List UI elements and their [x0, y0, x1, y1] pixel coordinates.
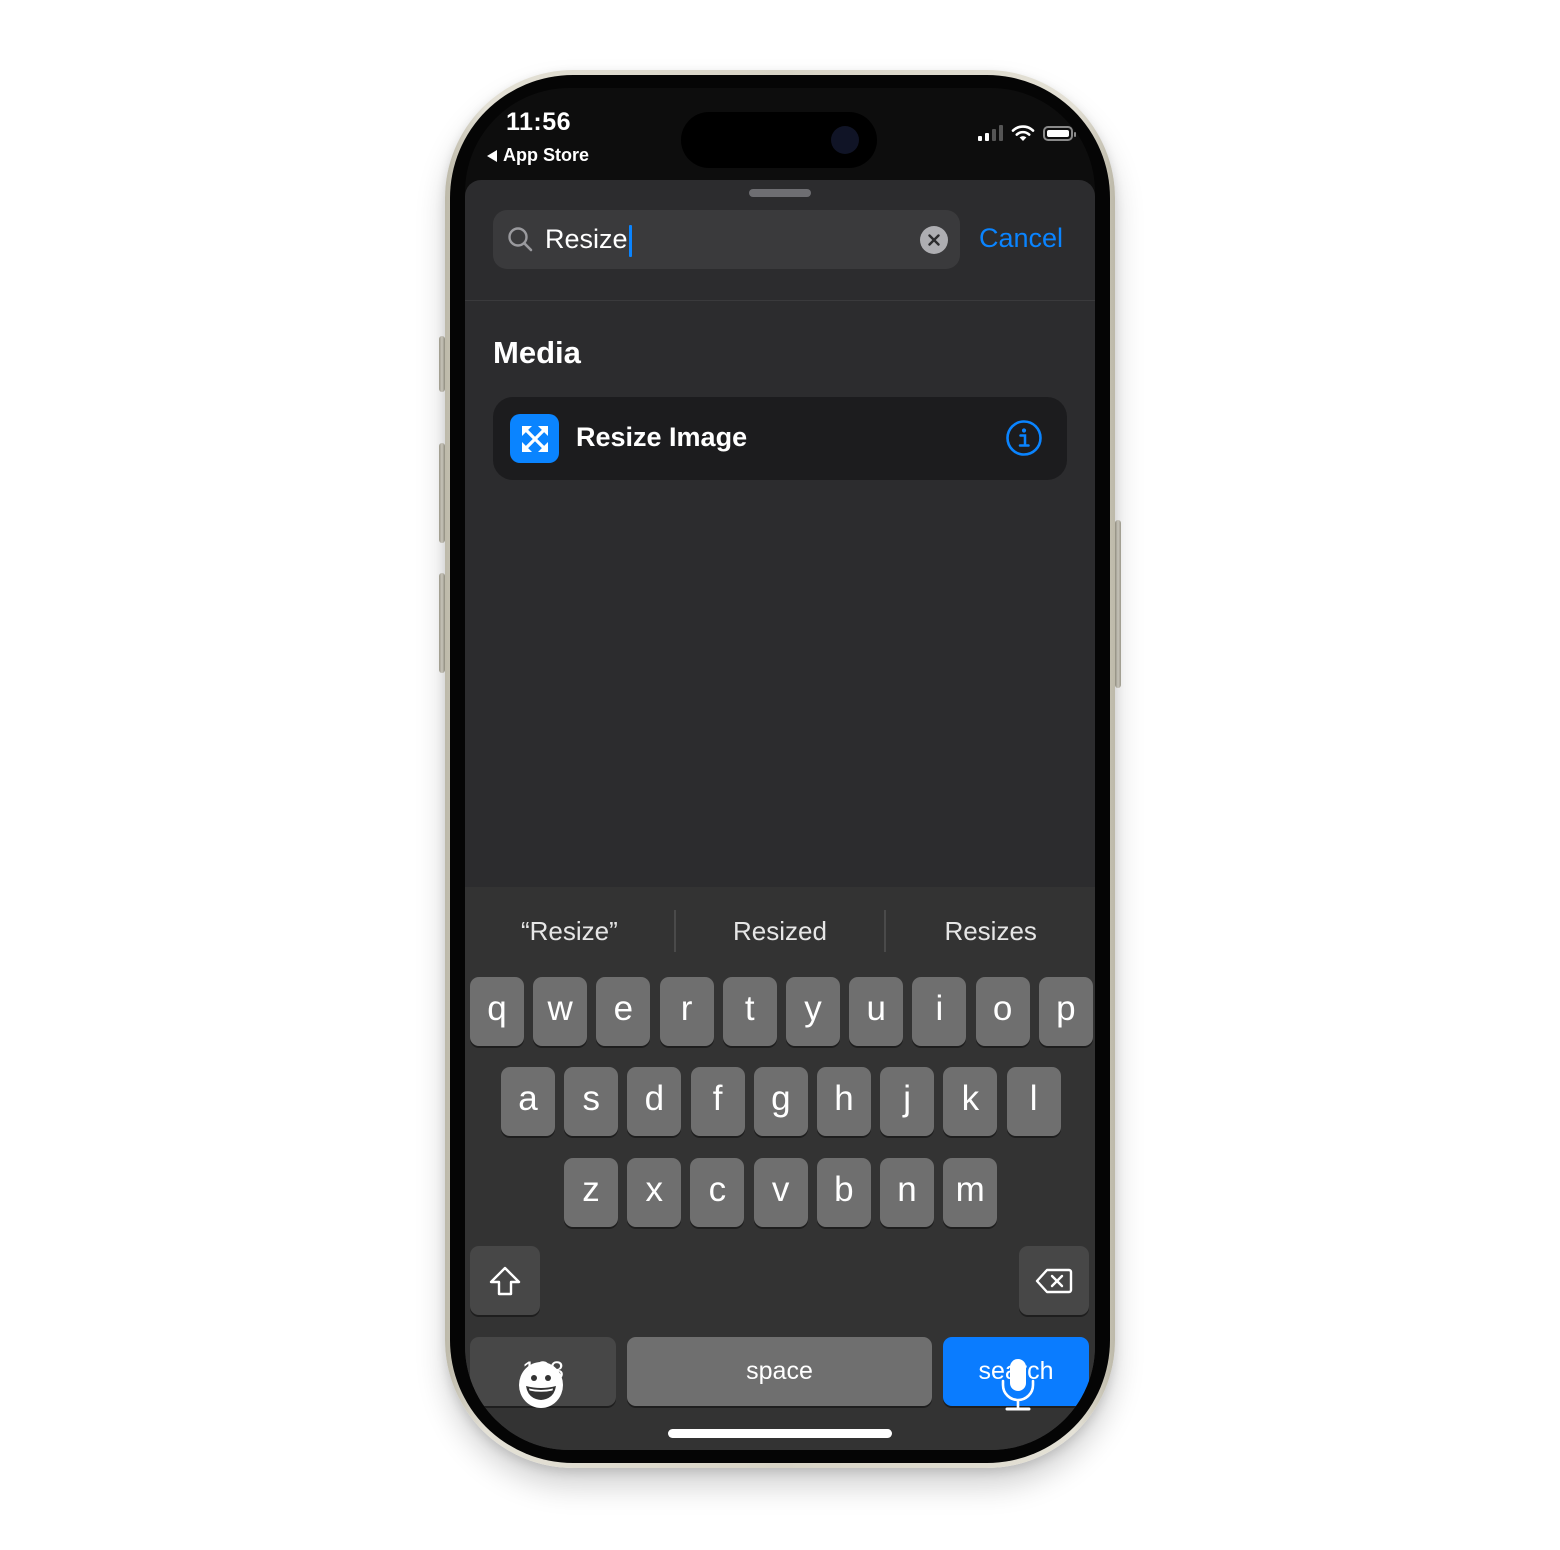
cancel-button[interactable]: Cancel — [979, 223, 1063, 254]
key-w[interactable]: w — [533, 977, 588, 1046]
suggestion-item[interactable]: Resized — [676, 899, 885, 963]
keyboard: “Resize” Resized Resizes qwertyuiop asdfg… — [465, 887, 1095, 1450]
battery-icon — [1043, 125, 1076, 141]
key-i[interactable]: i — [912, 977, 967, 1046]
info-circle-icon[interactable] — [1005, 419, 1043, 457]
shift-key[interactable] — [470, 1246, 540, 1315]
search-input-text: Resize — [545, 224, 632, 257]
back-to-app-link[interactable]: App Store — [487, 145, 589, 166]
wifi-icon — [1011, 125, 1035, 141]
key-e[interactable]: e — [596, 977, 651, 1046]
power-button — [1115, 520, 1121, 688]
search-input[interactable]: Resize — [493, 210, 960, 269]
suggestion-item[interactable]: “Resize” — [465, 899, 674, 963]
key-m[interactable]: m — [943, 1158, 998, 1227]
result-label: Resize Image — [576, 422, 748, 452]
space-key[interactable]: space — [627, 1337, 932, 1406]
key-k[interactable]: k — [943, 1067, 998, 1136]
key-j[interactable]: j — [880, 1067, 935, 1136]
clear-circle-icon — [928, 234, 940, 246]
key-p[interactable]: p — [1038, 977, 1093, 1046]
suggestion-bar: “Resize” Resized Resizes — [465, 899, 1095, 963]
key-u[interactable]: u — [849, 977, 904, 1046]
key-y[interactable]: y — [786, 977, 840, 1046]
action-icon-tile — [510, 414, 559, 463]
delete-key[interactable] — [1019, 1246, 1089, 1315]
key-c[interactable]: c — [690, 1158, 745, 1227]
key-f[interactable]: f — [690, 1067, 745, 1136]
camera-icon — [831, 126, 859, 154]
shift-arrow-icon — [489, 1266, 521, 1295]
key-n[interactable]: n — [880, 1158, 934, 1227]
result-row-resize-image[interactable]: Resize Image — [493, 397, 1067, 480]
emoji-icon[interactable] — [517, 1361, 565, 1409]
arrows-expand-icon — [521, 425, 548, 452]
dynamic-island — [681, 112, 877, 168]
section-title: Media — [493, 335, 581, 370]
header-divider — [465, 300, 1095, 301]
key-h[interactable]: h — [817, 1067, 871, 1136]
suggestion-item[interactable]: Resizes — [886, 899, 1095, 963]
phone-screen: 11:56 App Store Resize Cancel Media Resi… — [465, 88, 1095, 1450]
search-icon — [508, 227, 533, 252]
cellular-signal-icon — [978, 125, 1003, 141]
key-q[interactable]: q — [470, 977, 524, 1046]
key-a[interactable]: a — [501, 1067, 555, 1136]
key-x[interactable]: x — [627, 1158, 682, 1227]
clear-search-button[interactable] — [920, 226, 948, 254]
key-b[interactable]: b — [816, 1158, 871, 1227]
key-z[interactable]: z — [564, 1158, 618, 1227]
key-t[interactable]: t — [722, 977, 777, 1046]
key-v[interactable]: v — [753, 1158, 808, 1227]
key-l[interactable]: l — [1006, 1067, 1061, 1136]
back-app-label: App Store — [503, 145, 590, 165]
text-caret — [628, 224, 632, 257]
key-o[interactable]: o — [975, 977, 1030, 1046]
status-time: 11:56 — [506, 108, 572, 136]
status-icons — [978, 124, 1076, 142]
key-r[interactable]: r — [659, 977, 714, 1046]
microphone-icon[interactable] — [999, 1357, 1037, 1413]
key-s[interactable]: s — [564, 1067, 619, 1136]
key-d[interactable]: d — [627, 1067, 682, 1136]
back-triangle-icon — [487, 149, 497, 162]
sheet-grabber[interactable] — [749, 189, 811, 197]
home-indicator[interactable] — [668, 1429, 892, 1438]
delete-backspace-icon — [1035, 1268, 1073, 1293]
key-g[interactable]: g — [753, 1067, 808, 1136]
